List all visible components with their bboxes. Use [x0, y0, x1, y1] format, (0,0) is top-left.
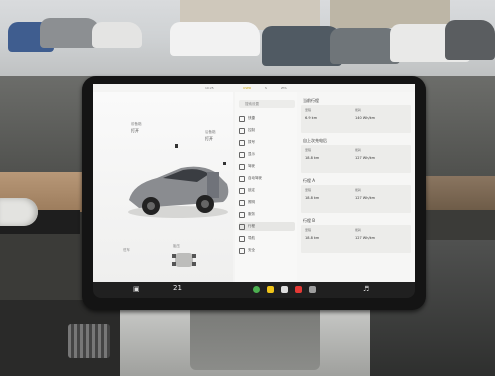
menu-item-label: 显示 [248, 152, 255, 156]
trip-card: 里程 18.8 km 能耗 127 Wh/km [301, 225, 411, 253]
status-user[interactable]: USER [243, 86, 251, 90]
trip-stat-label: 能耗 [355, 108, 362, 112]
trip-card: 里程 6.9 km 能耗 140 Wh/km [301, 105, 411, 133]
menu-item[interactable]: 快捷 [239, 114, 295, 123]
console-tray [190, 300, 320, 370]
menu-item-label: 安全 [248, 248, 255, 252]
menu-item[interactable]: 控制 [239, 126, 295, 135]
menu-item-label: 服务 [248, 212, 255, 216]
lock-icon [239, 187, 245, 194]
car-icon[interactable]: ▣ [133, 285, 140, 293]
trip-stat-value: 127 Wh/km [355, 236, 376, 240]
trip-stat-value: 18.8 km [305, 156, 320, 160]
autopilot-icon [239, 175, 245, 182]
settings-menu: 搜索设置 快捷控制拨号显示驾驶自动驾驶锁定照明服务行程导航安全 [235, 92, 297, 282]
service-icon [239, 211, 245, 218]
menu-item-label: 导航 [248, 236, 255, 240]
trip-stat-label: 里程 [305, 228, 312, 232]
menu-item[interactable]: 锁定 [239, 186, 295, 195]
menu-item[interactable]: 驾驶 [239, 162, 295, 171]
display-icon [239, 151, 245, 158]
app-launcher-icon[interactable] [309, 286, 316, 293]
volume-icon[interactable]: ♬ [363, 285, 369, 293]
menu-item-label: 快捷 [248, 116, 255, 120]
nav-icon [239, 235, 245, 242]
cabin-temperature[interactable]: 21 [173, 284, 182, 292]
trunk-label: 后备箱 [205, 130, 216, 134]
menu-item-label: 锁定 [248, 188, 255, 192]
steering-icon [239, 163, 245, 170]
door-icon[interactable] [175, 144, 178, 148]
trip-stat-label: 能耗 [355, 148, 362, 152]
frunk-open-button[interactable]: 打开 [131, 128, 139, 134]
status-time: 10:25 [205, 86, 214, 90]
menu-item-label: 行程 [248, 224, 255, 228]
trip-stat-label: 能耗 [355, 228, 362, 232]
toggle-icon [239, 115, 245, 122]
menu-item-label: 控制 [248, 128, 255, 132]
trip-stat-label: 能耗 [355, 188, 362, 192]
trip-stat-value: 18.8 km [305, 236, 320, 240]
trip-stat-value: 18.8 km [305, 196, 320, 200]
trip-card: 里程 18.8 km 能耗 127 Wh/km [301, 185, 411, 213]
status-item: S [265, 86, 267, 90]
app-dock: ▣ 21 ♬ [93, 282, 415, 298]
car-visual-panel: 前备箱 打开 后备箱 打开 驻车 胎压 [93, 92, 233, 282]
trip-card-title: 自上次充电后 [303, 138, 327, 143]
trip-stat-label: 里程 [305, 108, 312, 112]
menu-item[interactable]: 自动驾驶 [239, 174, 295, 183]
touchscreen[interactable]: 10:25 USER S ZTA 前备箱 打开 后备箱 打开 驻车 胎压 搜索设 [93, 84, 415, 282]
phone-icon [239, 139, 245, 146]
trip-detail-pane: 当前行程里程 6.9 km 能耗 140 Wh/km 自上次充电后 里程 18.8 km 能耗… [297, 92, 415, 282]
trip-card-title: 行程 B [303, 218, 316, 223]
car-icon [239, 127, 245, 134]
trip-card-title: 当前行程 [303, 98, 319, 103]
tire-pressure-label: 胎压 [173, 244, 180, 248]
phone-icon[interactable] [253, 286, 260, 293]
light-icon [239, 199, 245, 206]
trip-card: 里程 18.8 km 能耗 127 Wh/km [301, 145, 411, 173]
media-icon[interactable] [295, 286, 302, 293]
menu-item-label: 拨号 [248, 140, 255, 144]
trip-stat-value: 127 Wh/km [355, 196, 376, 200]
car-image [128, 166, 229, 218]
trip-stat-value: 6.9 km [305, 116, 318, 120]
trip-card-title: 行程 A [303, 178, 316, 183]
menu-item-label: 照明 [248, 200, 255, 204]
menu-item[interactable]: 安全 [239, 246, 295, 255]
menu-item[interactable]: 拨号 [239, 138, 295, 147]
search-input[interactable]: 搜索设置 [239, 100, 295, 108]
frunk-label: 前备箱 [131, 122, 142, 126]
menu-item[interactable]: 行程 [239, 222, 295, 231]
brake-pedal [68, 324, 110, 358]
menu-item-label: 驾驶 [248, 164, 255, 168]
camera-icon[interactable] [281, 286, 288, 293]
menu-item[interactable]: 导航 [239, 234, 295, 243]
search-placeholder: 搜索设置 [245, 102, 259, 106]
menu-item-label: 自动驾驶 [248, 176, 262, 180]
trip-stat-value: 140 Wh/km [355, 116, 376, 120]
shield-icon [239, 247, 245, 254]
menu-item[interactable]: 显示 [239, 150, 295, 159]
park-label: 驻车 [123, 248, 130, 252]
menu-item[interactable]: 服务 [239, 210, 295, 219]
trip-stat-label: 里程 [305, 188, 312, 192]
menu-item[interactable]: 照明 [239, 198, 295, 207]
energy-icon[interactable] [267, 286, 274, 293]
tire-pressure-car-icon [172, 253, 196, 267]
trip-stat-value: 127 Wh/km [355, 156, 376, 160]
wood-trim-right [420, 176, 495, 210]
trip-stat-label: 里程 [305, 148, 312, 152]
steering-wheel [0, 198, 38, 226]
charge-port-icon[interactable] [223, 162, 226, 165]
trunk-open-button[interactable]: 打开 [205, 136, 213, 142]
status-bar: 10:25 USER S ZTA [93, 84, 415, 92]
status-item: ZTA [281, 86, 287, 90]
trip-icon [239, 223, 245, 230]
